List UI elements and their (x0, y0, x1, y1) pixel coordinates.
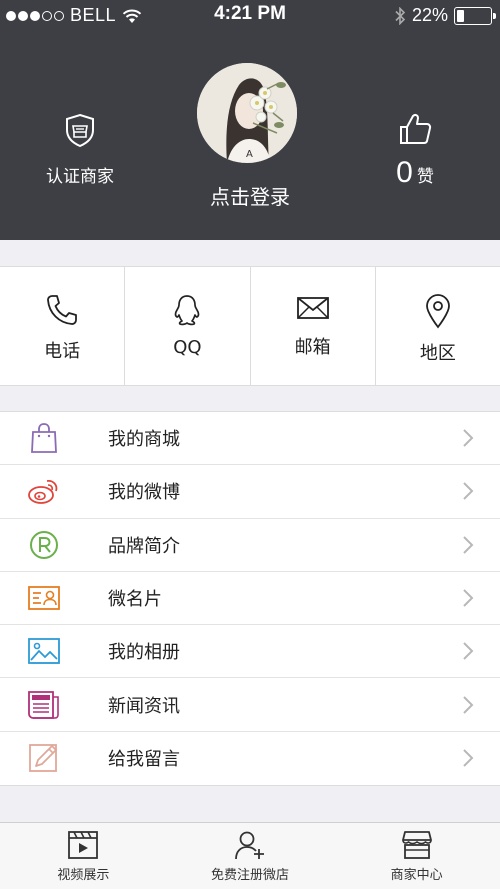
chevron-right-icon (463, 695, 474, 714)
menu-item-weibo[interactable]: 我的微博 (0, 465, 500, 519)
menu-item-news[interactable]: 新闻资讯 (0, 678, 500, 732)
menu-item-message[interactable]: 给我留言 (0, 732, 500, 785)
menu-label: 我的相册 (108, 642, 180, 664)
tab-label: 免费注册微店 (211, 868, 290, 883)
menu-item-brand[interactable]: 品牌简介 (0, 519, 500, 572)
like-count: 0 (396, 156, 413, 189)
menu-label: 给我留言 (108, 749, 180, 771)
menu-item-card[interactable]: 微名片 (0, 572, 500, 626)
avatar[interactable]: A (197, 63, 297, 163)
merchant-badge-icon (66, 113, 94, 148)
contact-mail[interactable]: 邮箱 (251, 267, 376, 385)
certified-merchant[interactable]: 认证商家 (40, 112, 120, 187)
contact-label: 地区 (419, 343, 456, 364)
menu-label: 品牌简介 (108, 535, 180, 557)
menu-item-mall[interactable]: 我的商城 (0, 412, 500, 466)
chevron-right-icon (463, 536, 474, 554)
contact-phone[interactable]: 电话 (0, 267, 126, 385)
tab-label: 视频展示 (57, 868, 110, 883)
shopping-bag-icon (27, 421, 61, 455)
weibo-icon (27, 474, 61, 508)
contact-label: 邮箱 (294, 337, 331, 358)
chevron-right-icon (463, 749, 474, 768)
chevron-right-icon (463, 482, 474, 501)
status-right: 22% (394, 5, 496, 26)
phone-icon (47, 295, 78, 325)
chevron-right-icon (463, 589, 474, 607)
store-icon (401, 831, 432, 859)
status-bar: BELL 4:21 PM 22% (0, 0, 500, 32)
tab-video[interactable]: 视频展示 (0, 823, 167, 889)
menu-label: 我的商城 (108, 429, 180, 451)
contact-label: QQ (173, 337, 202, 358)
tab-label: 商家中心 (390, 868, 443, 883)
menu-label: 微名片 (108, 589, 162, 611)
contact-grid: 电话 QQ 邮箱 地区 (0, 266, 500, 386)
like-counter[interactable]: 0 赞 (380, 112, 450, 190)
menu-label: 新闻资讯 (108, 695, 180, 717)
menu-label: 我的微博 (108, 482, 180, 504)
tab-merchant-center[interactable]: 商家中心 (333, 823, 500, 889)
svg-text:A: A (246, 149, 253, 160)
battery-percent: 22% (411, 5, 448, 25)
video-icon (68, 831, 99, 859)
bluetooth-icon (395, 6, 406, 25)
photo-album-icon (27, 634, 61, 668)
message-edit-icon (27, 741, 61, 775)
menu-list: 我的商城 我的微博 品牌简介 微名片 我的相册 新闻资讯 给我留言 (0, 411, 500, 787)
thumbs-up-icon (400, 113, 432, 144)
chevron-right-icon (463, 642, 474, 661)
battery-icon (454, 6, 496, 25)
avatar-image: A (197, 63, 297, 163)
news-icon (27, 688, 61, 722)
profile-header: BELL 4:21 PM 22% 认证商家 A 点击登录 0 赞 (0, 0, 500, 240)
add-user-icon (235, 831, 264, 860)
tab-register[interactable]: 免费注册微店 (167, 823, 334, 889)
qq-icon (175, 295, 200, 326)
location-icon (425, 294, 450, 329)
contact-label: 电话 (44, 341, 81, 362)
mail-icon (296, 297, 329, 319)
battery-level (457, 9, 464, 22)
menu-item-album[interactable]: 我的相册 (0, 625, 500, 679)
bottom-tab-bar: 视频展示 免费注册微店 商家中心 (0, 822, 500, 889)
business-card-icon (27, 581, 61, 615)
like-label: 赞 (416, 167, 434, 187)
contact-location[interactable]: 地区 (376, 267, 500, 385)
contact-qq[interactable]: QQ (125, 267, 251, 385)
registered-icon (27, 528, 61, 562)
chevron-right-icon (463, 429, 474, 447)
